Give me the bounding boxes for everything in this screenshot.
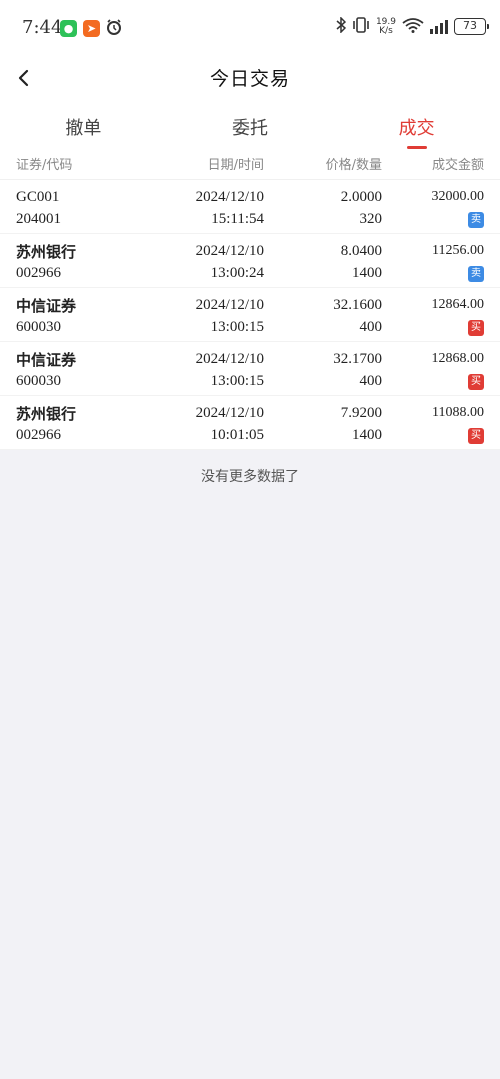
net-speed-unit: K/s (379, 25, 393, 36)
nav-bar: 今日交易 (0, 56, 500, 100)
trade-price: 2.0000 (340, 188, 382, 205)
trade-time: 13:00:24 (210, 264, 264, 281)
trade-date: 2024/12/10 (195, 350, 264, 367)
trade-time: 15:11:54 (211, 210, 264, 227)
page-title: 今日交易 (209, 68, 290, 90)
column-header-security: 证券/代码 (16, 158, 73, 173)
security-name: 苏州银行 (16, 242, 77, 261)
top-panel: 7:44 ● ➤ 19.9 K/s 73 今日交易 撤单 委托 成交 证券/代码… (0, 0, 500, 450)
trade-time: 13:00:15 (210, 372, 264, 389)
trade-time: 10:01:05 (210, 426, 264, 443)
trade-amount: 12864.00 (431, 297, 485, 312)
status-bar: 7:44 ● ➤ 19.9 K/s 73 (0, 0, 500, 56)
trade-quantity: 1400 (352, 264, 382, 281)
trade-quantity: 320 (359, 210, 383, 227)
security-code: 002966 (16, 426, 61, 443)
trade-time: 13:00:15 (210, 318, 264, 335)
trade-price: 8.0400 (340, 242, 382, 259)
table-row[interactable]: 苏州银行 2024/12/10 7.9200 11088.00 002966 1… (0, 396, 500, 450)
trade-date: 2024/12/10 (195, 404, 264, 421)
alarm-icon (105, 18, 123, 40)
trade-date: 2024/12/10 (195, 296, 264, 313)
tab-cancel[interactable]: 撤单 (0, 100, 167, 148)
security-name: GC001 (16, 188, 60, 205)
column-header-datetime: 日期/时间 (207, 158, 264, 173)
buy-badge: 买 (468, 320, 484, 336)
signal-icon (430, 19, 448, 34)
sell-badge: 卖 (468, 212, 484, 228)
trade-amount: 32000.00 (431, 189, 485, 204)
security-code: 600030 (16, 318, 61, 335)
trade-date: 2024/12/10 (195, 242, 264, 259)
trade-amount: 11088.00 (432, 405, 484, 420)
column-header-amount: 成交金额 (431, 158, 484, 173)
table-row[interactable]: 中信证券 2024/12/10 32.1600 12864.00 600030 … (0, 288, 500, 342)
trade-amount: 12868.00 (431, 351, 485, 366)
trade-amount: 11256.00 (432, 243, 484, 258)
vibrate-icon (352, 17, 370, 36)
security-code: 204001 (16, 210, 61, 227)
status-right: 19.9 K/s 73 (336, 16, 489, 36)
security-name: 中信证券 (16, 350, 77, 369)
trade-list: GC001 2024/12/10 2.0000 32000.00 204001 … (0, 180, 500, 450)
trade-quantity: 400 (359, 318, 383, 335)
table-row[interactable]: 中信证券 2024/12/10 32.1700 12868.00 600030 … (0, 342, 500, 396)
send-icon: ➤ (83, 20, 100, 37)
security-code: 600030 (16, 372, 61, 389)
buy-badge: 买 (468, 428, 484, 444)
no-more-data-text: 没有更多数据了 (201, 469, 299, 485)
wifi-icon (402, 17, 424, 36)
table-row[interactable]: 苏州银行 2024/12/10 8.0400 11256.00 002966 1… (0, 234, 500, 288)
bluetooth-icon (336, 16, 347, 36)
tab-trades[interactable]: 成交 (333, 100, 500, 148)
security-name: 中信证券 (16, 296, 77, 315)
security-code: 002966 (16, 264, 61, 281)
status-time: 7:44 (22, 17, 63, 38)
tab-orders[interactable]: 委托 (167, 100, 334, 148)
trade-date: 2024/12/10 (195, 188, 264, 205)
battery-indicator: 73 (454, 18, 489, 35)
wechat-icon: ● (60, 20, 77, 37)
buy-badge: 买 (468, 374, 484, 390)
trade-price: 7.9200 (340, 404, 382, 421)
tab-bar: 撤单 委托 成交 (0, 100, 500, 148)
security-name: 苏州银行 (16, 404, 77, 423)
trade-price: 32.1600 (333, 296, 382, 313)
trade-price: 32.1700 (333, 350, 382, 367)
trade-quantity: 400 (359, 372, 383, 389)
table-row[interactable]: GC001 2024/12/10 2.0000 32000.00 204001 … (0, 180, 500, 234)
trade-quantity: 1400 (352, 426, 382, 443)
net-speed: 19.9 K/s (376, 17, 396, 36)
column-header-price: 价格/数量 (325, 158, 382, 173)
sell-badge: 卖 (468, 266, 484, 282)
table-header: 证券/代码 日期/时间 价格/数量 成交金额 (0, 148, 500, 180)
